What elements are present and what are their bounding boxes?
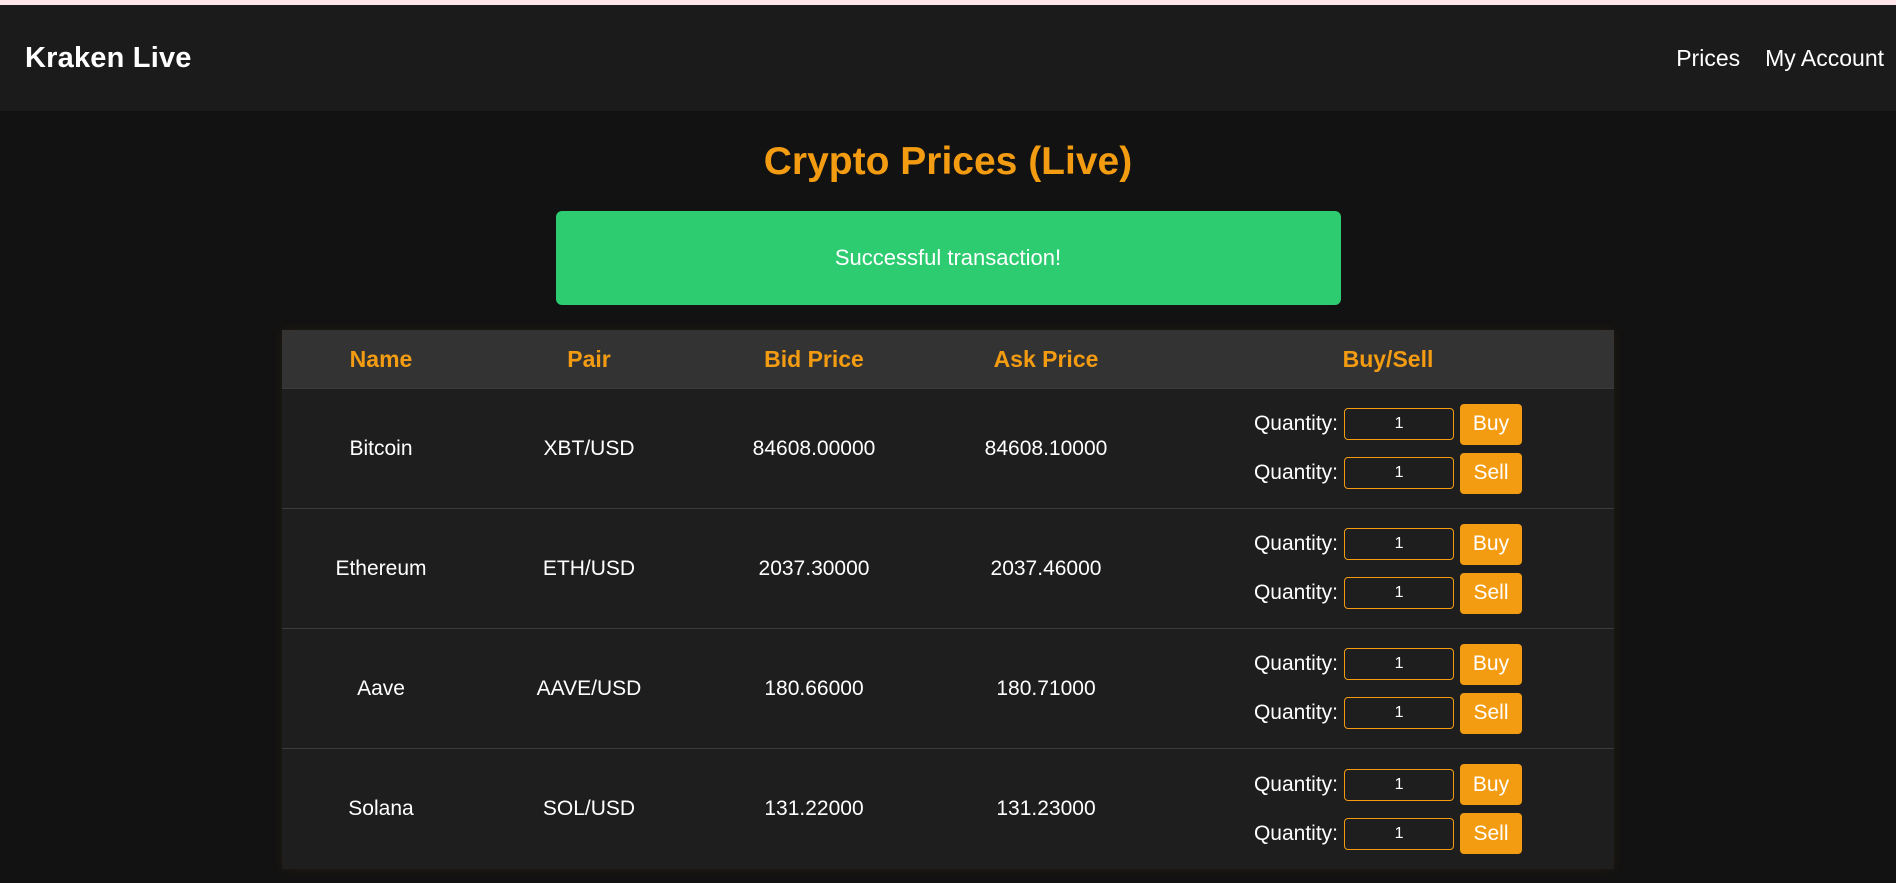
cell-buy-sell: Quantity: Buy Quantity: Sell <box>1162 389 1614 509</box>
prices-table-container: Name Pair Bid Price Ask Price Buy/Sell B… <box>282 329 1614 869</box>
table-row: Ethereum ETH/USD 2037.30000 2037.46000 Q… <box>282 508 1614 629</box>
sell-quantity-input[interactable] <box>1344 577 1455 610</box>
sell-quantity-input[interactable] <box>1344 457 1455 490</box>
cell-ask-price: 180.71000 <box>996 676 1096 700</box>
alert-message: Successful transaction! <box>834 244 1062 270</box>
cell-ask-price: 84608.10000 <box>984 436 1108 460</box>
cell-ask-price: 131.23000 <box>996 797 1096 821</box>
quantity-label: Quantity: <box>1253 821 1339 845</box>
nav-link-my-account[interactable]: My Account <box>1765 45 1884 72</box>
header-buy-sell: Buy/Sell <box>1342 345 1434 372</box>
sell-button[interactable]: Sell <box>1460 452 1523 494</box>
buy-quantity-input[interactable] <box>1344 408 1455 441</box>
table-row: Solana SOL/USD 131.22000 131.23000 Quant… <box>282 748 1614 869</box>
buy-quantity-input[interactable] <box>1344 528 1455 561</box>
cell-name: Ethereum <box>335 556 427 580</box>
cell-bid-price: 2037.30000 <box>758 556 870 580</box>
sell-button[interactable]: Sell <box>1460 813 1523 855</box>
sell-button[interactable]: Sell <box>1460 692 1523 734</box>
buy-row: Quantity: Buy <box>1253 643 1523 685</box>
quantity-label: Quantity: <box>1253 652 1339 676</box>
cell-buy-sell: Quantity: Buy Quantity: Sell <box>1162 749 1614 869</box>
nav-link-prices[interactable]: Prices <box>1676 45 1740 72</box>
header-pair: Pair <box>567 345 611 372</box>
sell-quantity-input[interactable] <box>1344 817 1455 850</box>
nav-links: Prices My Account <box>1676 45 1884 72</box>
buy-row: Quantity: Buy <box>1253 403 1523 445</box>
cell-bid-price: 180.66000 <box>764 676 864 700</box>
buy-button[interactable]: Buy <box>1460 764 1523 806</box>
cell-pair: SOL/USD <box>542 797 636 821</box>
quantity-label: Quantity: <box>1253 532 1339 556</box>
buy-row: Quantity: Buy <box>1253 764 1523 806</box>
buy-button[interactable]: Buy <box>1460 523 1523 565</box>
quantity-label: Quantity: <box>1253 461 1339 485</box>
buy-row: Quantity: Buy <box>1253 523 1523 565</box>
trade-controls: Quantity: Buy Quantity: Sell <box>1162 764 1614 855</box>
table-header-row: Name Pair Bid Price Ask Price Buy/Sell <box>282 329 1614 389</box>
navbar: Kraken Live Prices My Account <box>0 5 1896 111</box>
sell-row: Quantity: Sell <box>1253 572 1523 614</box>
quantity-label: Quantity: <box>1253 701 1339 725</box>
buy-button[interactable]: Buy <box>1460 403 1523 445</box>
header-ask-price: Ask Price <box>993 345 1099 372</box>
page-title: Crypto Prices (Live) <box>763 140 1133 183</box>
buy-quantity-input[interactable] <box>1344 648 1455 681</box>
cell-ask-price: 2037.46000 <box>990 556 1102 580</box>
success-alert: Successful transaction! <box>555 210 1341 305</box>
cell-pair: AAVE/USD <box>536 676 642 700</box>
cell-bid-price: 84608.00000 <box>752 436 876 460</box>
trade-controls: Quantity: Buy Quantity: Sell <box>1162 523 1614 614</box>
cell-buy-sell: Quantity: Buy Quantity: Sell <box>1162 629 1614 749</box>
cell-pair: ETH/USD <box>542 556 636 580</box>
buy-button[interactable]: Buy <box>1460 643 1523 685</box>
sell-row: Quantity: Sell <box>1253 813 1523 855</box>
cell-buy-sell: Quantity: Buy Quantity: Sell <box>1162 509 1614 629</box>
sell-row: Quantity: Sell <box>1253 452 1523 494</box>
brand-logo[interactable]: Kraken Live <box>25 42 192 75</box>
sell-quantity-input[interactable] <box>1344 697 1455 730</box>
cell-pair: XBT/USD <box>543 436 635 460</box>
trade-controls: Quantity: Buy Quantity: Sell <box>1162 643 1614 734</box>
cell-bid-price: 131.22000 <box>764 797 864 821</box>
buy-quantity-input[interactable] <box>1344 768 1455 801</box>
trade-controls: Quantity: Buy Quantity: Sell <box>1162 403 1614 494</box>
sell-row: Quantity: Sell <box>1253 692 1523 734</box>
table-row: Bitcoin XBT/USD 84608.00000 84608.10000 … <box>282 388 1614 509</box>
header-name: Name <box>349 345 413 372</box>
table-row: Aave AAVE/USD 180.66000 180.71000 Quanti… <box>282 628 1614 749</box>
sell-button[interactable]: Sell <box>1460 572 1523 614</box>
cell-name: Solana <box>348 797 414 821</box>
prices-table: Name Pair Bid Price Ask Price Buy/Sell B… <box>282 329 1614 869</box>
cell-name: Bitcoin <box>349 436 413 460</box>
cell-name: Aave <box>357 676 405 700</box>
quantity-label: Quantity: <box>1253 412 1339 436</box>
header-bid-price: Bid Price <box>764 345 864 372</box>
quantity-label: Quantity: <box>1253 581 1339 605</box>
quantity-label: Quantity: <box>1253 772 1339 796</box>
